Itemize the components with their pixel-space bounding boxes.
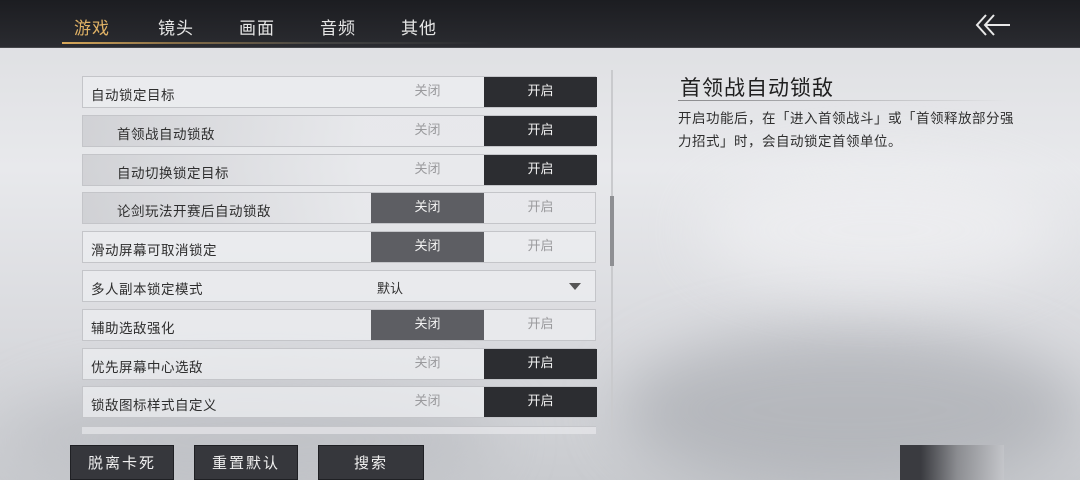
setting-label: 自动切换锁定目标 — [117, 165, 229, 182]
toggle-on-option[interactable]: 开启 — [484, 310, 597, 340]
tab-camera[interactable]: 镜头 — [158, 14, 194, 39]
setting-label: 论剑玩法开赛后自动锁敌 — [117, 204, 271, 221]
toggle-off-option[interactable]: 关闭 — [371, 193, 484, 224]
toggle-switch[interactable]: 关闭 开启 — [371, 387, 597, 418]
toggle-on-option[interactable]: 开启 — [484, 154, 597, 185]
toggle-switch[interactable]: 关闭 开启 — [371, 115, 597, 146]
toggle-switch[interactable]: 关闭 开启 — [371, 348, 597, 379]
toggle-switch[interactable]: 关闭 开启 — [371, 77, 597, 107]
scrollbar-thumb[interactable] — [610, 196, 614, 266]
tab-game[interactable]: 游戏 — [74, 14, 110, 39]
toggle-off-option[interactable]: 关闭 — [371, 232, 484, 263]
setting-row-lock-icon-custom[interactable]: 锁敌图标样式自定义 关闭 开启 — [82, 386, 597, 419]
background-mist — [620, 330, 1080, 480]
back-button[interactable] — [972, 12, 1012, 38]
divider — [678, 100, 1008, 101]
confirm-button[interactable] — [900, 445, 1004, 480]
toggle-switch[interactable]: 关闭 开启 — [371, 193, 597, 224]
unstuck-button[interactable]: 脱离卡死 — [70, 445, 174, 480]
toggle-on-option[interactable]: 开启 — [484, 387, 597, 418]
toggle-on-option[interactable]: 开启 — [484, 348, 597, 379]
setting-label: 优先屏幕中心选敌 — [91, 359, 203, 376]
description-title: 首领战自动锁敌 — [680, 76, 834, 100]
toggle-off-option[interactable]: 关闭 — [371, 155, 484, 185]
setting-row-center-priority[interactable]: 优先屏幕中心选敌 关闭 开启 — [82, 347, 597, 380]
tab-other[interactable]: 其他 — [401, 14, 437, 39]
toggle-switch[interactable]: 关闭 开启 — [371, 154, 597, 185]
toggle-switch[interactable]: 关闭 开启 — [371, 309, 597, 340]
reset-default-button[interactable]: 重置默认 — [194, 445, 298, 480]
setting-label: 滑动屏幕可取消锁定 — [91, 243, 217, 260]
toggle-off-option[interactable]: 关闭 — [371, 349, 484, 379]
search-button[interactable]: 搜索 — [318, 445, 424, 480]
setting-label: 首领战自动锁敌 — [117, 126, 215, 143]
setting-row-partial — [82, 426, 596, 434]
toggle-switch[interactable]: 关闭 开启 — [371, 232, 597, 263]
tab-underline — [62, 42, 492, 44]
setting-row-multiplayer-lock-mode[interactable]: 多人副本锁定模式 默认 — [82, 269, 596, 302]
setting-row-boss-auto-lock[interactable]: 首领战自动锁敌 关闭 开启 — [82, 114, 597, 147]
setting-row-auto-lock-target[interactable]: 自动锁定目标 关闭 开启 — [82, 76, 597, 108]
toggle-off-option[interactable]: 关闭 — [371, 116, 484, 146]
double-chevron-left-icon — [975, 14, 1010, 36]
setting-row-arena-auto-lock[interactable]: 论剑玩法开赛后自动锁敌 关闭 开启 — [82, 192, 597, 225]
setting-label: 辅助选敌强化 — [91, 320, 175, 337]
toggle-off-option[interactable]: 关闭 — [371, 77, 484, 107]
tab-graphics[interactable]: 画面 — [239, 14, 275, 39]
toggle-off-option[interactable]: 关闭 — [371, 387, 484, 417]
tab-audio[interactable]: 音频 — [320, 14, 356, 39]
chevron-down-icon[interactable] — [569, 282, 581, 290]
settings-list: 自动锁定目标 关闭 开启 首领战自动锁敌 关闭 开启 自动切换锁定目标 关闭 开… — [82, 76, 597, 425]
toggle-on-option[interactable]: 开启 — [484, 193, 597, 223]
toggle-on-option[interactable]: 开启 — [484, 115, 597, 146]
dropdown-select[interactable]: 默认 — [377, 278, 403, 297]
toggle-off-option[interactable]: 关闭 — [371, 309, 484, 340]
toggle-on-option[interactable]: 开启 — [484, 77, 597, 107]
setting-row-assist-target-enhance[interactable]: 辅助选敌强化 关闭 开启 — [82, 308, 597, 341]
background-mist — [700, 170, 1060, 290]
setting-row-swipe-cancel-lock[interactable]: 滑动屏幕可取消锁定 关闭 开启 — [82, 231, 597, 264]
toggle-on-option[interactable]: 开启 — [484, 232, 597, 262]
top-nav-bar: 游戏 镜头 画面 音频 其他 — [0, 0, 1080, 48]
description-body: 开启功能后，在「进入首领战斗」或「首领释放部分强力招式」时，会自动锁定首领单位。 — [678, 111, 1014, 150]
setting-label: 锁敌图标样式自定义 — [91, 398, 217, 415]
setting-label: 多人副本锁定模式 — [91, 281, 203, 298]
setting-label: 自动锁定目标 — [91, 88, 175, 104]
setting-row-auto-switch-target[interactable]: 自动切换锁定目标 关闭 开启 — [82, 153, 597, 186]
